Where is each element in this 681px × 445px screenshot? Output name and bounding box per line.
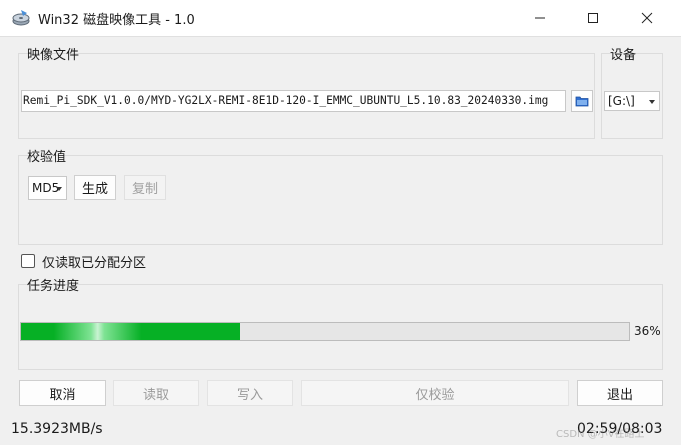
minimize-icon bbox=[535, 17, 545, 19]
watermark: CSDN @小V在路上 bbox=[556, 429, 645, 440]
checksum-group bbox=[18, 155, 663, 245]
copy-hash-button[interactable]: 复制 bbox=[124, 175, 166, 200]
write-button[interactable]: 写入 bbox=[207, 380, 293, 406]
image-file-label: 映像文件 bbox=[27, 48, 80, 63]
read-allocated-only-option[interactable]: 仅读取已分配分区 bbox=[21, 252, 147, 271]
chevron-down-icon bbox=[56, 187, 62, 191]
progress-label: 任务进度 bbox=[27, 279, 80, 294]
device-select[interactable]: [G:\] bbox=[604, 91, 660, 111]
browse-button[interactable] bbox=[571, 90, 593, 112]
maximize-button[interactable] bbox=[570, 0, 616, 36]
progress-bar-fill bbox=[21, 323, 240, 340]
verify-only-button[interactable]: 仅校验 bbox=[301, 380, 569, 406]
progress-percent: 36% bbox=[634, 324, 661, 338]
hash-algorithm-select[interactable]: MD5 bbox=[28, 176, 67, 200]
minimize-button[interactable] bbox=[517, 0, 563, 36]
folder-icon bbox=[575, 96, 589, 107]
progress-bar bbox=[20, 322, 630, 341]
transfer-speed: 15.3923MB/s bbox=[11, 421, 103, 437]
maximize-icon bbox=[588, 13, 598, 23]
close-button[interactable] bbox=[624, 0, 670, 36]
cancel-button[interactable]: 取消 bbox=[19, 380, 106, 406]
close-icon bbox=[641, 12, 653, 24]
chevron-down-icon bbox=[649, 100, 655, 104]
window-title: Win32 磁盘映像工具 - 1.0 bbox=[38, 13, 195, 28]
device-select-value: [G:\] bbox=[608, 94, 635, 108]
image-path-input[interactable]: Remi_Pi_SDK_V1.0.0/MYD-YG2LX-REMI-8E1D-1… bbox=[21, 90, 566, 112]
read-button[interactable]: 读取 bbox=[113, 380, 199, 406]
disk-imager-app-icon bbox=[12, 9, 30, 27]
checksum-label: 校验值 bbox=[27, 150, 67, 165]
device-label: 设备 bbox=[610, 48, 637, 63]
generate-hash-button[interactable]: 生成 bbox=[74, 175, 116, 200]
read-allocated-only-label: 仅读取已分配分区 bbox=[42, 255, 147, 271]
title-bar: Win32 磁盘映像工具 - 1.0 bbox=[0, 0, 681, 37]
read-allocated-only-checkbox[interactable] bbox=[21, 254, 35, 268]
exit-button[interactable]: 退出 bbox=[577, 380, 663, 406]
